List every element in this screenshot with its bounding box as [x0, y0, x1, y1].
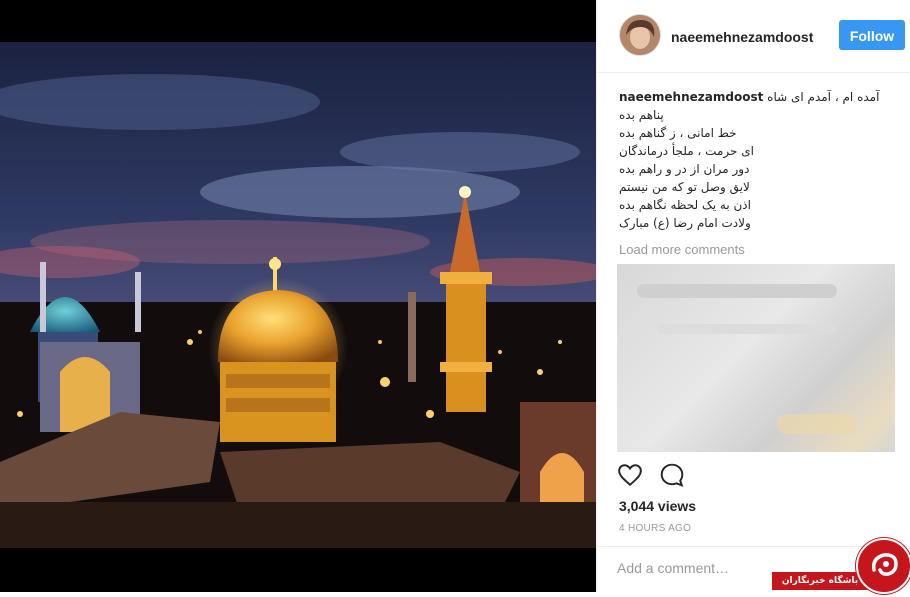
action-bar — [597, 460, 910, 492]
username-link[interactable]: naeemehnezamdoost — [671, 29, 813, 45]
heart-icon[interactable] — [617, 462, 643, 488]
blurred-block — [777, 414, 857, 434]
caption-line: naeemehnezamdoost آمده ام ، آمدم ای شاه … — [619, 90, 880, 122]
post-timestamp[interactable]: 4 HOURS AGO — [619, 523, 691, 534]
caption-line: ای حرمت ، ملجأ درماندگان — [619, 144, 754, 158]
blurred-block — [637, 284, 837, 298]
watermark: باشگاه خبرنگاران — [772, 536, 910, 594]
caption-line: دور مران از در و راهم بده — [619, 162, 750, 176]
caption: naeemehnezamdoost آمده ام ، آمدم ای شاه … — [619, 88, 881, 232]
add-comment-input[interactable] — [617, 560, 777, 576]
shrine-night-image — [0, 42, 596, 548]
watermark-label: باشگاه خبرنگاران — [772, 572, 868, 590]
follow-button[interactable]: Follow — [839, 20, 905, 50]
watermark-logo-icon — [856, 538, 910, 594]
views-count: 3,044 views — [619, 498, 697, 514]
blurred-comments-area — [617, 264, 895, 452]
avatar[interactable] — [619, 14, 661, 56]
speech-bubble-icon[interactable] — [659, 462, 685, 488]
post-header: naeemehnezamdoost Follow — [597, 0, 910, 73]
caption-line: اذن به یک لحظه نگاهم بده — [619, 198, 751, 212]
post-media[interactable] — [0, 0, 596, 592]
post-sidebar: naeemehnezamdoost Follow naeemehnezamdoo… — [596, 0, 910, 592]
blurred-block — [657, 324, 837, 334]
caption-line: لایق وصل تو که من نیستم — [619, 180, 750, 194]
load-more-comments-link[interactable]: Load more comments — [619, 242, 745, 257]
caption-line: خط امانی ، ز گناهم بده — [619, 126, 737, 140]
media-letterbox-top — [0, 0, 596, 42]
media-letterbox-bottom — [0, 548, 596, 592]
caption-line: ولادت امام رضا (ع) مبارک — [619, 216, 751, 230]
caption-username[interactable]: naeemehnezamdoost — [619, 90, 763, 104]
